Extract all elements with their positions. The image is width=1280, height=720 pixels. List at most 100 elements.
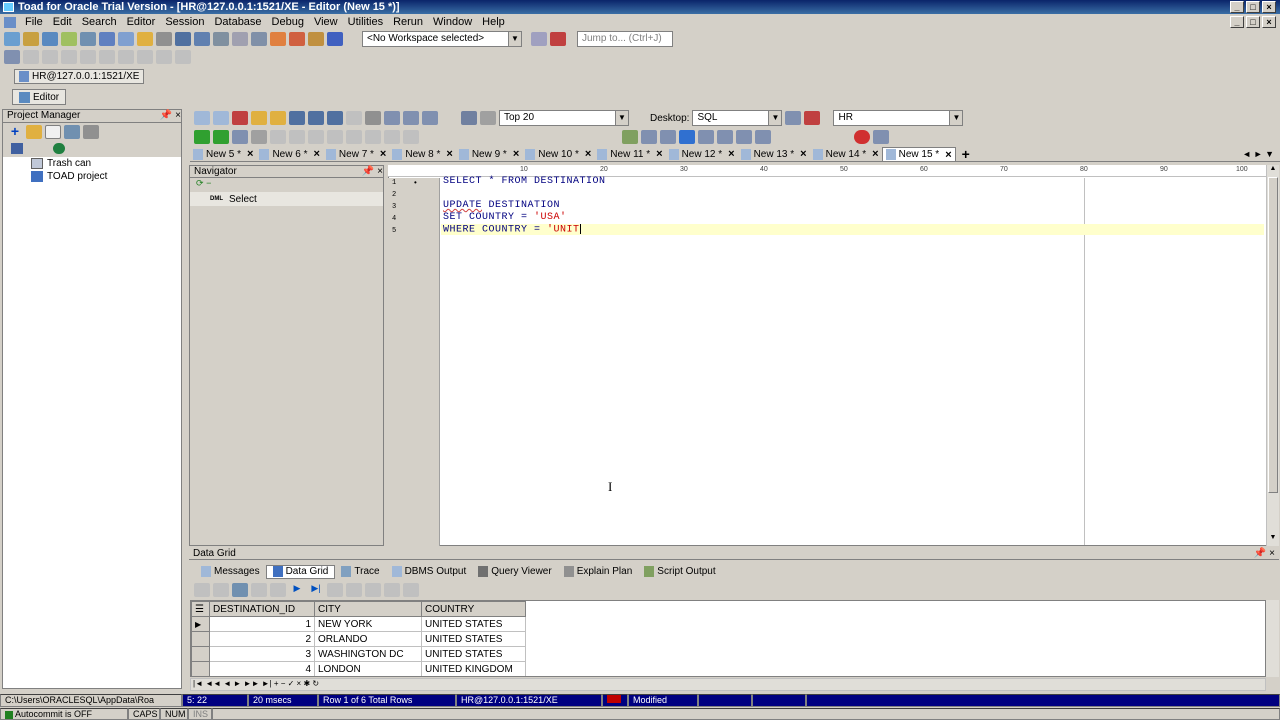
menu-search[interactable]: Search	[77, 14, 122, 30]
session-browser-icon[interactable]	[80, 32, 96, 46]
column-header[interactable]: DESTINATION_ID	[209, 601, 315, 617]
menu-editor[interactable]: Editor	[122, 14, 161, 30]
menu-database[interactable]: Database	[209, 14, 266, 30]
menu-rerun[interactable]: Rerun	[388, 14, 428, 30]
menu-session[interactable]: Session	[160, 14, 209, 30]
database-icon[interactable]	[175, 32, 191, 46]
maximize-button[interactable]: □	[1246, 1, 1260, 13]
top-rows-select[interactable]: Top 20 ▼	[499, 110, 629, 126]
close-icon[interactable]: ×	[247, 148, 253, 160]
menu-window[interactable]: Window	[428, 14, 477, 30]
menu-view[interactable]: View	[309, 14, 343, 30]
minimize-button[interactable]: _	[1230, 1, 1244, 13]
undo-icon[interactable]	[194, 111, 210, 125]
first-record-icon[interactable]	[251, 582, 267, 597]
menu-utilities[interactable]: Utilities	[343, 14, 388, 30]
grid-nav-icons[interactable]: |◄ ◄◄ ◄ ► ►► ►| + − ✓ × ✱ ↻	[193, 679, 319, 688]
add-icon[interactable]: +	[7, 124, 23, 139]
run-icon[interactable]	[308, 32, 324, 46]
execute-icon[interactable]	[194, 129, 210, 144]
close-button[interactable]: ×	[1262, 1, 1276, 13]
close-icon[interactable]: ×	[175, 110, 181, 121]
print-icon[interactable]	[83, 125, 99, 139]
schema-browser-icon[interactable]	[23, 32, 39, 46]
grid-options-icon[interactable]	[403, 111, 419, 125]
tab-data-grid[interactable]: Data Grid	[265, 564, 336, 579]
workspace-save-icon[interactable]	[531, 32, 547, 46]
child-close-button[interactable]: ×	[1262, 16, 1276, 28]
replace-icon[interactable]	[660, 129, 676, 144]
indent-icon[interactable]	[717, 129, 733, 144]
configure-icon[interactable]	[4, 50, 20, 64]
tab-new-12[interactable]: New 12 * ×	[666, 147, 738, 161]
tab-new-11[interactable]: New 11 * ×	[594, 147, 665, 161]
jump-to-input[interactable]: Jump to... (Ctrl+J)	[577, 31, 673, 47]
new-file-icon[interactable]	[45, 125, 61, 139]
more-icon[interactable]	[422, 111, 438, 125]
tab-new-6[interactable]: New 6 * ×	[256, 147, 322, 161]
tree-item-trash[interactable]: Trash can	[3, 157, 181, 170]
close-icon[interactable]: ×	[446, 148, 452, 160]
history-icon[interactable]	[480, 111, 496, 125]
desktop-save-icon[interactable]	[785, 111, 802, 125]
table-cell[interactable]: 3	[209, 646, 315, 662]
autocommit-status[interactable]: Autocommit is OFF	[0, 708, 128, 720]
tab-new-14[interactable]: New 14 * ×	[810, 147, 882, 161]
binoculars-icon[interactable]	[641, 129, 657, 144]
compare-icon[interactable]	[232, 32, 248, 46]
close-icon[interactable]: ×	[380, 148, 386, 160]
disconnect-icon[interactable]	[327, 32, 343, 46]
child-minimize-button[interactable]: _	[1230, 16, 1244, 28]
tab-new-8[interactable]: New 8 * ×	[389, 147, 455, 161]
close-icon[interactable]: ×	[585, 148, 591, 160]
close-icon[interactable]: ×	[1269, 548, 1275, 559]
table-cell[interactable]: 2	[209, 631, 315, 647]
table-cell[interactable]: UNITED STATES	[421, 646, 526, 662]
close-icon[interactable]: ×	[728, 148, 734, 160]
table-cell[interactable]: 1	[209, 616, 315, 632]
workspace-delete-icon[interactable]	[550, 32, 566, 46]
format-icon[interactable]	[384, 111, 400, 125]
save-as-icon[interactable]	[308, 111, 324, 125]
editor-scrollbar[interactable]: ▲ ▼	[1266, 165, 1279, 546]
grid-horizontal-scrollbar[interactable]: |◄ ◄◄ ◄ ► ►► ►| + − ✓ × ✱ ↻	[190, 678, 1266, 691]
clear-icon[interactable]	[232, 111, 248, 125]
table-row[interactable]: 3 WASHINGTON DC UNITED STATES	[191, 646, 526, 662]
report-icon[interactable]	[251, 32, 267, 46]
close-icon[interactable]: ×	[313, 148, 319, 160]
editor-icon[interactable]	[42, 32, 58, 46]
table-cell[interactable]: UNITED KINGDOM	[421, 661, 526, 676]
case-icon[interactable]	[698, 129, 714, 144]
close-icon[interactable]: ×	[800, 148, 806, 160]
prior-record-icon[interactable]	[270, 582, 286, 597]
save-file-icon[interactable]	[289, 111, 305, 125]
tab-scroll-icons[interactable]: ◄ ► ▼	[1242, 149, 1280, 159]
tab-script-output[interactable]: Script Output	[638, 565, 721, 579]
scroll-down-icon[interactable]: ▼	[1267, 534, 1279, 546]
tab-new-15[interactable]: New 15 * ×	[881, 147, 956, 161]
grid-icon[interactable]	[118, 32, 134, 46]
table-row[interactable]: ▶ 1 NEW YORK UNITED STATES	[191, 616, 526, 632]
execute-script-icon[interactable]	[213, 129, 229, 144]
close-icon[interactable]: ×	[656, 148, 662, 160]
scroll-up-icon[interactable]: ▲	[1267, 165, 1279, 177]
tree-item-toad-project[interactable]: TOAD project	[3, 170, 181, 183]
table-cell[interactable]: LONDON	[314, 661, 422, 676]
tab-dbms-output[interactable]: DBMS Output	[386, 565, 473, 579]
refresh-icon[interactable]: ⟳	[196, 178, 204, 188]
connection-tab[interactable]: HR@127.0.0.1:1521/XE	[14, 69, 145, 84]
open-file-icon[interactable]	[251, 111, 267, 125]
step-icon[interactable]	[232, 129, 248, 144]
desktop-delete-icon[interactable]	[804, 111, 821, 125]
close-icon[interactable]: ×	[377, 166, 383, 177]
scroll-thumb[interactable]	[1268, 177, 1278, 493]
desktop-select[interactable]: SQL ▼	[692, 110, 783, 126]
close-icon[interactable]: ×	[513, 148, 519, 160]
record-icon[interactable]	[854, 129, 870, 144]
tab-trace[interactable]: Trace	[335, 565, 385, 579]
bookmark-icon[interactable]	[755, 129, 771, 144]
comment-icon[interactable]	[622, 129, 638, 144]
pin-icon[interactable]: 📌	[362, 166, 374, 177]
tab-new-9[interactable]: New 9 * ×	[456, 147, 522, 161]
options-icon[interactable]	[873, 129, 889, 144]
